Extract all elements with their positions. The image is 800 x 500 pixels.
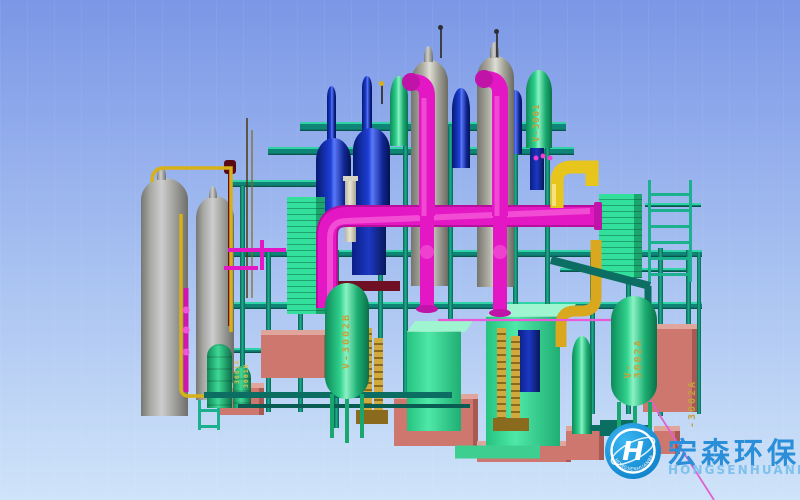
valve bbox=[183, 349, 190, 356]
company-logo-badge: H HONGSENHUANBAO bbox=[604, 422, 662, 480]
vessel-v3002b-tag: V-3002B bbox=[342, 313, 352, 369]
piping-overlay bbox=[0, 0, 800, 500]
yellow-pipe-thin bbox=[152, 168, 231, 332]
valve bbox=[183, 307, 190, 314]
valve bbox=[548, 156, 553, 161]
magenta-flange bbox=[594, 202, 602, 230]
company-name-en: HONGSENHUANBAO bbox=[668, 463, 800, 477]
plant-3d-render: V-3002B V-3002A -3002A V-3001 3001A 3001… bbox=[0, 0, 800, 500]
logo-badge-svg: H HONGSENHUANBAO bbox=[604, 422, 662, 480]
vessel-leg bbox=[330, 394, 334, 438]
magenta-end-flange bbox=[416, 305, 438, 313]
vessel-v3002a-tag: V-3002A bbox=[624, 324, 644, 379]
pump-tag-b: 3001B bbox=[243, 330, 250, 388]
vessel-v3002a: V-3002A bbox=[611, 296, 657, 406]
valve bbox=[541, 154, 546, 159]
vessel-leg bbox=[360, 394, 364, 438]
valve bbox=[534, 156, 539, 161]
magenta-end-flange bbox=[489, 309, 511, 317]
magenta-elbow-flange bbox=[475, 70, 493, 88]
vessel-leg bbox=[345, 397, 349, 443]
pipe-coupling bbox=[493, 245, 507, 259]
valve bbox=[183, 327, 190, 334]
pump-tag-a: 3001A bbox=[234, 326, 241, 384]
yellow-elbow-pipe bbox=[557, 167, 592, 208]
v3001-column-tag: V-3001 bbox=[533, 78, 542, 142]
yellow-down-pipe bbox=[561, 240, 596, 347]
partial-equipment-tag: -3002A bbox=[688, 336, 698, 428]
vessel-v3002b: V-3002B bbox=[325, 283, 369, 399]
magenta-elbow-flange bbox=[402, 73, 420, 91]
pipe-coupling bbox=[420, 245, 434, 259]
